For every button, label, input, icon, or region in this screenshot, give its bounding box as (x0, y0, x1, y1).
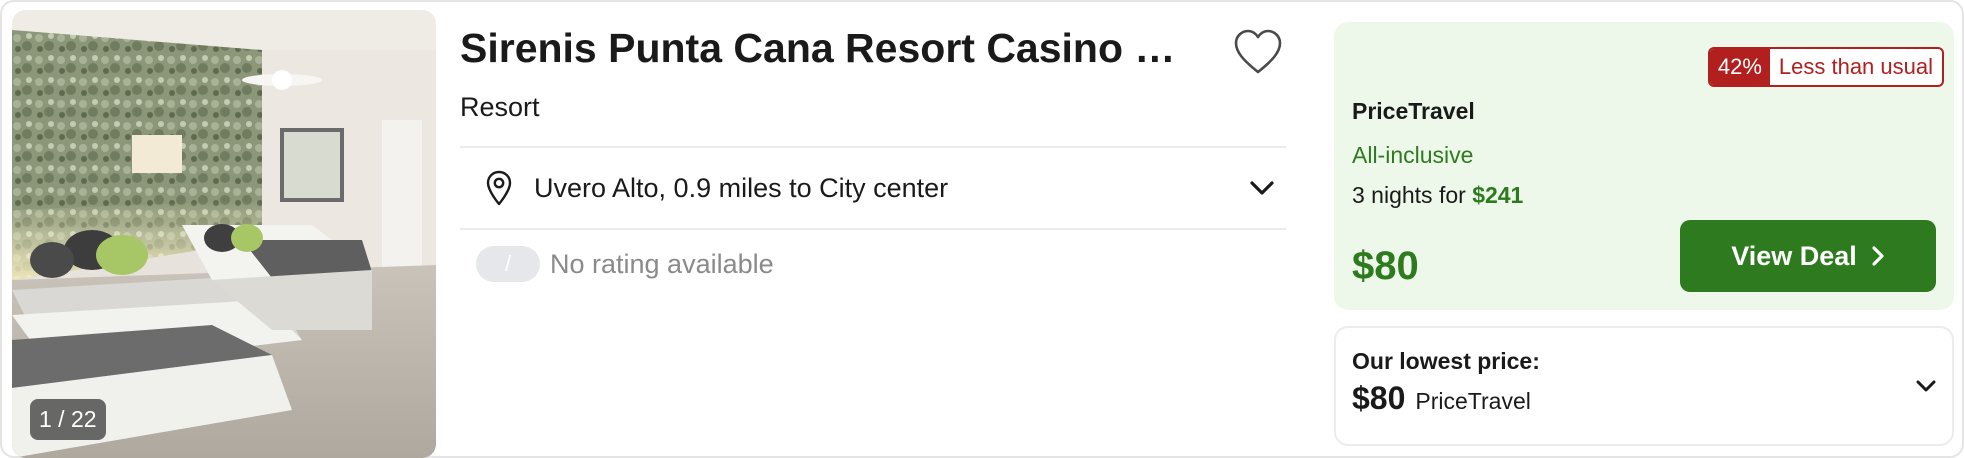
map-pin-icon (480, 168, 518, 208)
deal-provider: PriceTravel (1352, 98, 1475, 124)
price-badge: 42% Less than usual (1707, 47, 1944, 87)
chevron-right-icon (1872, 246, 1884, 266)
hotel-type: Resort (460, 92, 540, 122)
stay-total-prefix: 3 nights for (1352, 182, 1466, 208)
location-text: Uvero Alto, 0.9 miles to City center (534, 172, 949, 203)
nightly-price: $80 (1352, 244, 1419, 288)
lowest-price-value: $80 (1352, 380, 1406, 416)
rating-text: No rating available (550, 248, 774, 279)
hotel-title[interactable]: Sirenis Punta Cana Resort Casino & Aq... (460, 24, 1200, 72)
stay-total-price: $241 (1472, 182, 1524, 208)
view-deal-button[interactable]: View Deal (1680, 220, 1936, 292)
favorite-button[interactable] (1228, 24, 1288, 80)
badge-percent: 42% (1709, 49, 1770, 85)
view-deal-label: View Deal (1731, 240, 1857, 271)
lowest-price-line: $80 PriceTravel (1352, 380, 1531, 417)
photo-counter: 1 / 22 (30, 399, 106, 440)
chevron-down-icon[interactable] (1246, 172, 1278, 204)
rating: / No rating available (476, 246, 774, 282)
chevron-down-icon[interactable] (1912, 372, 1940, 400)
hotel-room-photo (12, 10, 436, 458)
lowest-price-provider: PriceTravel (1415, 388, 1531, 414)
stay-total: 3 nights for $241 (1352, 182, 1523, 209)
lowest-price-label: Our lowest price: (1352, 348, 1540, 374)
hotel-photo[interactable]: 1 / 22 (12, 10, 436, 458)
heart-outline-icon (1234, 29, 1282, 74)
rating-pill: / (476, 246, 540, 282)
featured-deal[interactable]: 42% Less than usual PriceTravel All-incl… (1334, 22, 1954, 310)
board-type: All-inclusive (1352, 142, 1474, 168)
lowest-price-panel[interactable]: Our lowest price: $80 PriceTravel (1334, 326, 1954, 446)
location-row[interactable]: Uvero Alto, 0.9 miles to City center (460, 146, 1286, 230)
hotel-card: 1 / 22 Sirenis Punta Cana Resort Casino … (0, 0, 1964, 458)
badge-text: Less than usual (1778, 54, 1933, 79)
